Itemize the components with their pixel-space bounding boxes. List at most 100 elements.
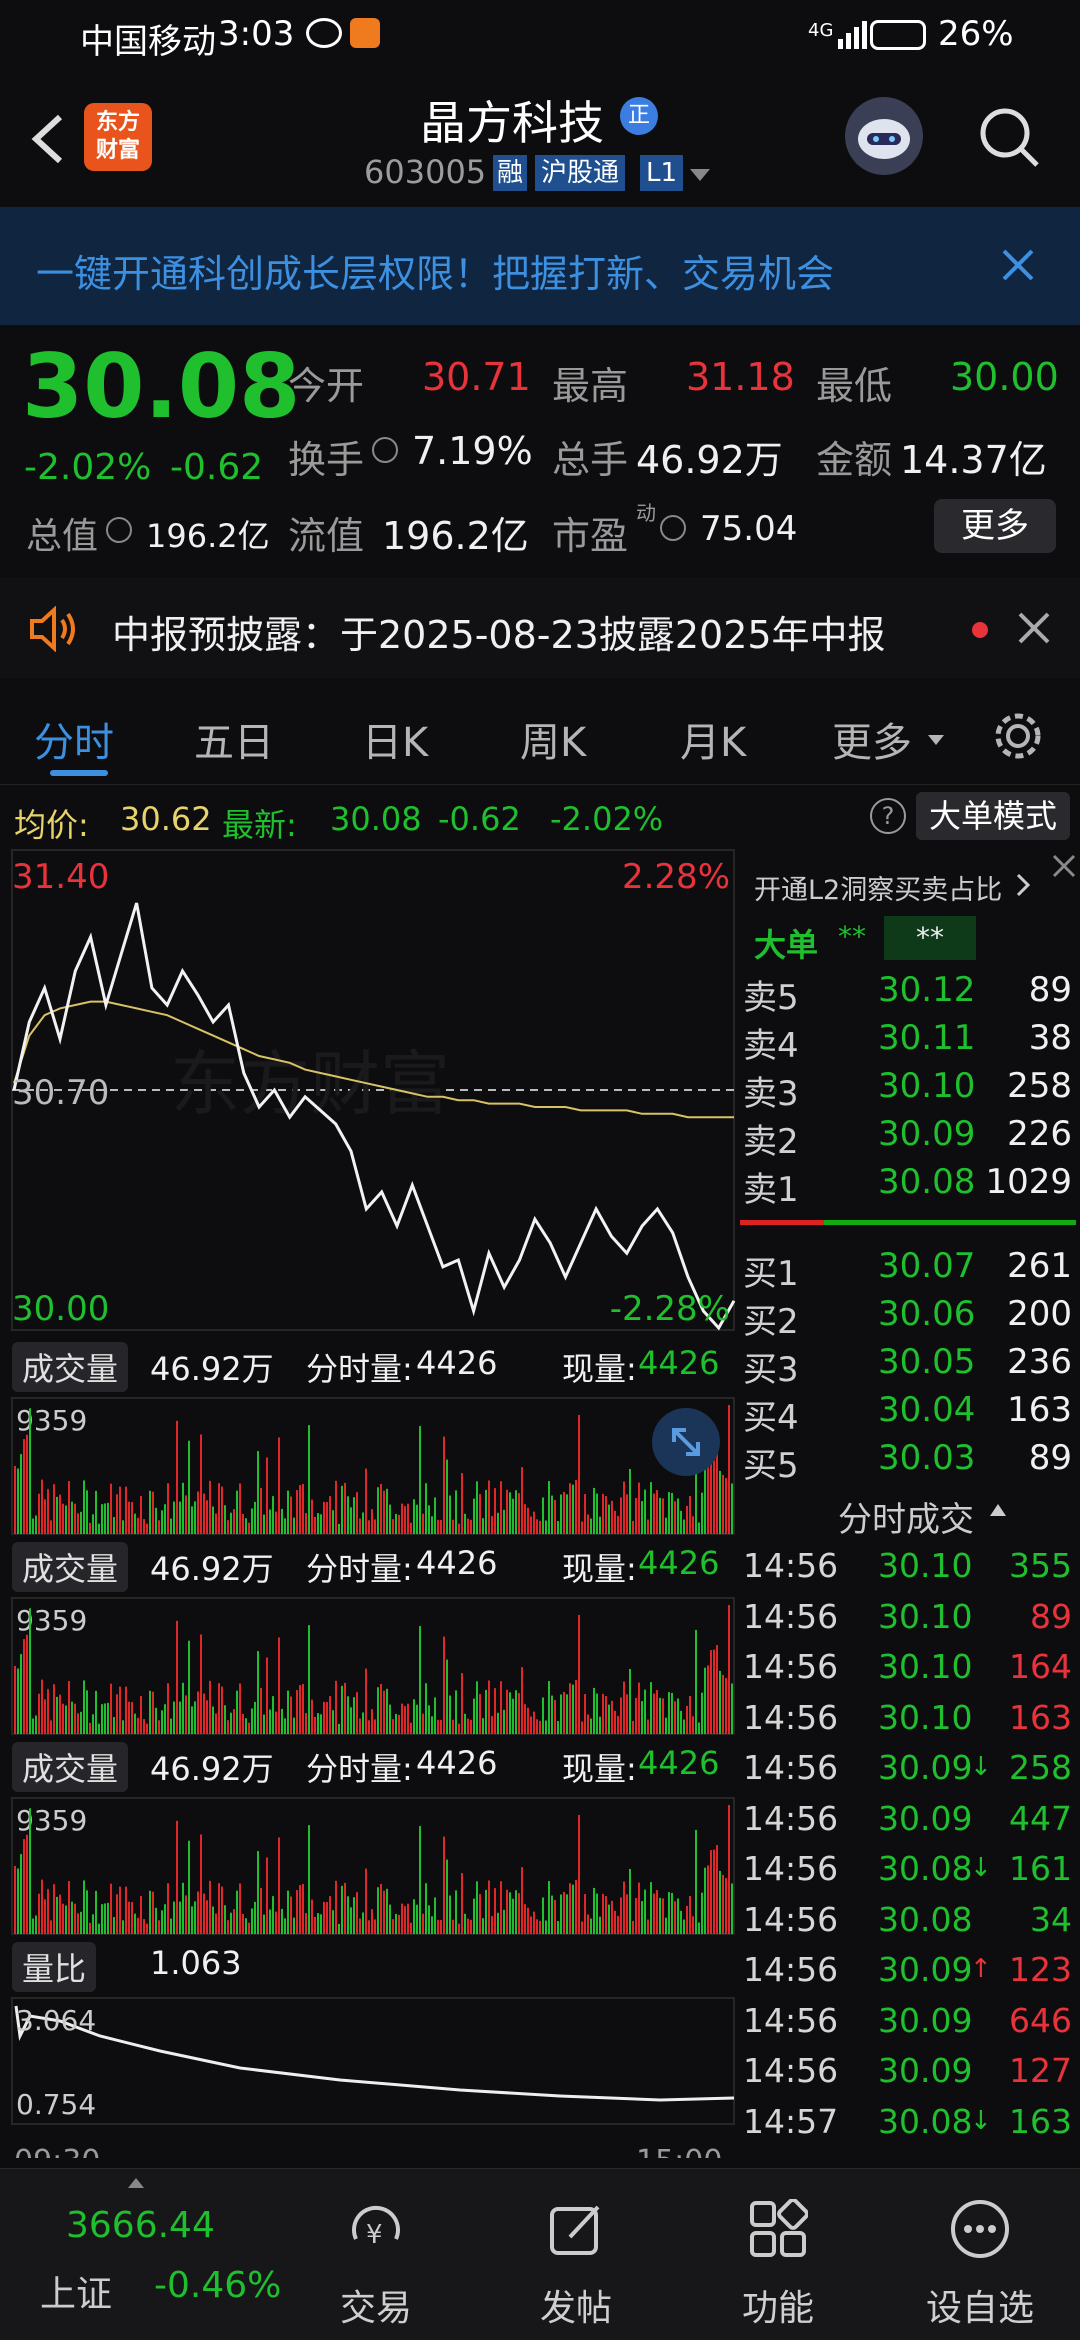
volume-bar bbox=[239, 1483, 241, 1534]
volume-bar bbox=[470, 1919, 472, 1934]
volume-bar bbox=[698, 1722, 700, 1734]
bid-row[interactable]: 买3 30.05 236 bbox=[738, 1342, 1080, 1390]
promo-banner[interactable]: 一键开通科创成长层权限！把握打新、交易机会 bbox=[0, 207, 1080, 325]
volume-bar bbox=[578, 1414, 580, 1534]
back-icon[interactable] bbox=[22, 109, 72, 169]
volume-bar bbox=[548, 1881, 550, 1934]
sort-up-icon[interactable] bbox=[988, 1502, 1008, 1518]
volume-dropdown[interactable]: 成交量 bbox=[12, 1542, 129, 1592]
volume-bar bbox=[521, 1867, 523, 1934]
help-icon[interactable]: ? bbox=[870, 798, 906, 834]
chevron-down-icon[interactable] bbox=[688, 167, 712, 183]
bid-row[interactable]: 买4 30.04 163 bbox=[738, 1390, 1080, 1438]
volume-bar bbox=[659, 1697, 661, 1734]
trades-title[interactable]: 分时成交 bbox=[838, 1492, 974, 1541]
trade-row: 14:56 30.09 ↓ 258 bbox=[738, 1748, 1080, 1798]
volume-bar bbox=[290, 1496, 292, 1534]
chevron-right-icon[interactable] bbox=[1014, 872, 1034, 898]
volume-dropdown[interactable]: 成交量 bbox=[12, 1742, 129, 1792]
caret-down-icon[interactable] bbox=[928, 732, 944, 745]
info-icon[interactable] bbox=[660, 515, 686, 541]
grid-icon bbox=[748, 2198, 809, 2259]
volume-bar bbox=[620, 1697, 622, 1734]
volume-bar bbox=[284, 1918, 286, 1934]
volume-bar bbox=[437, 1519, 439, 1534]
app-notify-icon bbox=[350, 18, 380, 48]
ask-volume: 38 bbox=[1028, 1018, 1072, 1058]
volume-bar bbox=[566, 1894, 568, 1934]
volume-bar bbox=[320, 1514, 322, 1534]
l2-link[interactable]: 开通L2洞察买卖占比 bbox=[754, 868, 1002, 907]
nav-function-label: 功能 bbox=[741, 2288, 814, 2329]
bid-row[interactable]: 买2 30.06 200 bbox=[738, 1294, 1080, 1342]
volume-bar bbox=[677, 1498, 679, 1534]
bid-label: 买2 bbox=[743, 1302, 799, 1342]
volume-bar bbox=[320, 1714, 322, 1734]
volume-dropdown[interactable]: 成交量 bbox=[12, 1342, 129, 1392]
nav-trade[interactable]: ¥ 交易 bbox=[306, 2169, 446, 2340]
robot-assistant-icon[interactable] bbox=[845, 97, 923, 175]
volume-bar bbox=[269, 1709, 271, 1734]
tab-intraday[interactable]: 分时 bbox=[34, 710, 114, 768]
ask-row[interactable]: 卖5 30.12 89 bbox=[738, 970, 1080, 1018]
volume-bar bbox=[443, 1436, 445, 1534]
earnings-notice[interactable]: 中报预披露：于2025-08-23披露2025年中报 bbox=[0, 578, 1080, 678]
trade-row: 14:56 30.10 163 bbox=[738, 1698, 1080, 1748]
volume-bar bbox=[155, 1907, 157, 1934]
volume-bar bbox=[371, 1909, 373, 1934]
volume-bar bbox=[386, 1688, 388, 1734]
price-info-bar: 均价: 30.62 最新: 30.08 -0.62 -2.02% ? 大单模式 bbox=[0, 790, 1080, 845]
tab-daily-k[interactable]: 日K bbox=[362, 710, 428, 768]
volume-bar bbox=[194, 1501, 196, 1534]
trade-row: 14:56 30.08 ↓ 161 bbox=[738, 1849, 1080, 1899]
volume-bar bbox=[428, 1705, 430, 1734]
index-pct[interactable]: -0.46% bbox=[154, 2265, 281, 2306]
volume-bar bbox=[347, 1696, 349, 1734]
tab-weekly-k[interactable]: 周K bbox=[520, 710, 586, 768]
tab-five-day[interactable]: 五日 bbox=[194, 710, 274, 768]
stock-code: 603005 bbox=[364, 153, 487, 191]
big-order-mode-button[interactable]: 大单模式 bbox=[916, 792, 1070, 840]
index-name[interactable]: 上证 bbox=[40, 2265, 112, 2317]
cur-value: 4426 bbox=[638, 1544, 720, 1582]
volume-bar bbox=[584, 1494, 586, 1534]
ask-row[interactable]: 卖1 30.08 1029 bbox=[738, 1162, 1080, 1210]
close-icon[interactable] bbox=[1050, 852, 1078, 880]
tab-more[interactable]: 更多 bbox=[832, 710, 912, 768]
nav-watchlist[interactable]: 设自选 bbox=[910, 2169, 1050, 2340]
tab-monthly-k[interactable]: 月K bbox=[680, 710, 746, 768]
volume-bar bbox=[35, 1915, 37, 1934]
close-icon[interactable] bbox=[998, 245, 1038, 285]
ask-row[interactable]: 卖2 30.09 226 bbox=[738, 1114, 1080, 1162]
volume-bar bbox=[230, 1512, 232, 1534]
volume-bar bbox=[293, 1517, 295, 1534]
info-icon[interactable] bbox=[372, 437, 398, 463]
volume-bar bbox=[503, 1909, 505, 1934]
volume-bar bbox=[272, 1496, 274, 1534]
volume-bar bbox=[131, 1702, 133, 1734]
ask-row[interactable]: 卖3 30.10 258 bbox=[738, 1066, 1080, 1114]
intraday-chart[interactable]: 东方财富 31.40 30.70 30.00 2.28% -2.28% 成交量 … bbox=[0, 848, 738, 2158]
bid-row[interactable]: 买5 30.03 89 bbox=[738, 1438, 1080, 1486]
close-icon[interactable] bbox=[1016, 610, 1052, 646]
nav-function[interactable]: 功能 bbox=[708, 2169, 848, 2340]
volume-bar bbox=[647, 1719, 649, 1734]
bid-row[interactable]: 买1 30.07 261 bbox=[738, 1246, 1080, 1294]
volume-bar bbox=[245, 1918, 247, 1934]
search-icon[interactable] bbox=[975, 103, 1045, 173]
volume-bar bbox=[209, 1480, 211, 1534]
expand-icon[interactable] bbox=[652, 1408, 720, 1476]
volume-bar bbox=[203, 1493, 205, 1534]
more-button[interactable]: 更多 bbox=[934, 499, 1056, 553]
tag-level: L1 bbox=[640, 155, 684, 191]
nav-post[interactable]: 发帖 bbox=[506, 2169, 646, 2340]
volume-bar bbox=[398, 1914, 400, 1934]
info-icon[interactable] bbox=[106, 517, 132, 543]
gear-icon[interactable] bbox=[990, 708, 1046, 764]
ratio-dropdown[interactable]: 量比 bbox=[12, 1942, 97, 1992]
volume-bar bbox=[137, 1717, 139, 1734]
bid-label: 买1 bbox=[743, 1254, 799, 1294]
volume-bar bbox=[311, 1499, 313, 1534]
index-value[interactable]: 3666.44 bbox=[66, 2205, 215, 2246]
ask-row[interactable]: 卖4 30.11 38 bbox=[738, 1018, 1080, 1066]
